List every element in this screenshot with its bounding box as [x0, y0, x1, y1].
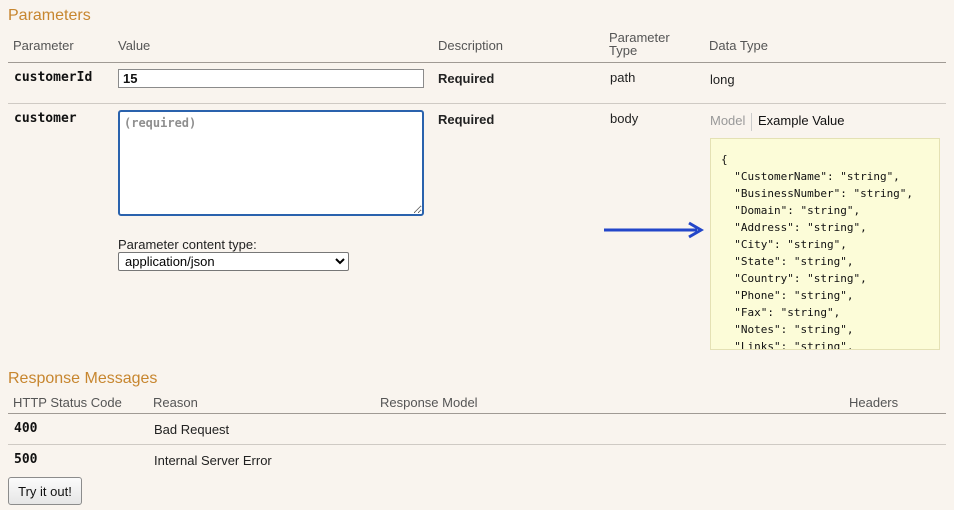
header-headers: Headers: [849, 395, 899, 410]
arrow-right-icon: [604, 221, 704, 239]
customer-body-textarea[interactable]: [118, 110, 424, 216]
param-description-customer: Required: [438, 112, 495, 127]
response-header-divider: [8, 413, 946, 414]
response-messages-title: Response Messages: [8, 370, 158, 387]
content-type-label: Parameter content type:: [118, 237, 257, 252]
header-response-model: Response Model: [380, 395, 478, 410]
parameters-title: Parameters: [8, 7, 91, 24]
param-name-customer: customer: [14, 111, 77, 126]
tab-model[interactable]: Model: [710, 113, 753, 131]
response-row-divider: [8, 444, 946, 445]
param-type-customerid: path: [610, 70, 636, 85]
param-name-customerid: customerId: [14, 70, 93, 85]
data-type-customerid: long: [710, 72, 735, 87]
header-value: Value: [118, 38, 151, 53]
example-value-box[interactable]: { "CustomerName": "string", "BusinessNum…: [710, 138, 940, 350]
response-reason-400: Bad Request: [154, 422, 230, 437]
tab-example-value[interactable]: Example Value: [758, 113, 844, 128]
response-code-400: 400: [14, 421, 38, 436]
header-parameter-type: Parameter Type: [609, 31, 670, 57]
row-divider: [8, 103, 946, 104]
response-reason-500: Internal Server Error: [154, 453, 272, 468]
content-type-select[interactable]: application/json: [118, 252, 349, 271]
response-code-500: 500: [14, 452, 38, 467]
try-it-out-button[interactable]: Try it out!: [8, 477, 82, 505]
header-description: Description: [438, 38, 504, 53]
header-reason: Reason: [153, 395, 198, 410]
header-data-type: Data Type: [709, 38, 769, 53]
param-type-customer: body: [610, 111, 639, 126]
param-description-customerid: Required: [438, 71, 495, 86]
customerid-input[interactable]: [118, 69, 424, 88]
header-parameter: Parameter: [13, 38, 74, 53]
header-parameter-type-line2: Type: [609, 43, 638, 58]
header-divider: [8, 62, 946, 63]
header-http-status: HTTP Status Code: [13, 395, 122, 410]
